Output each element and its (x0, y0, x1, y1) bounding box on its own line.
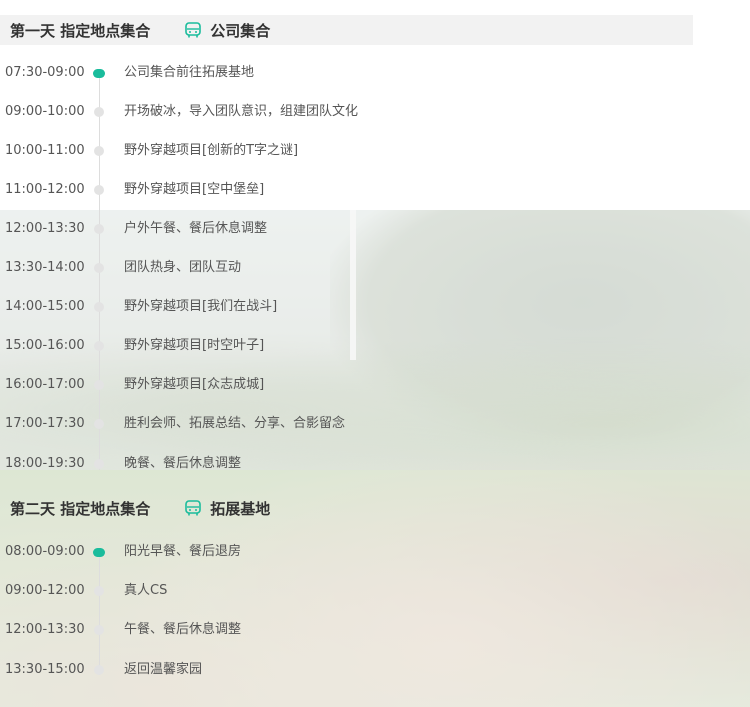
activity-label: 公司集合前往拓展基地 (124, 65, 255, 80)
timeline-line (99, 557, 100, 675)
time-label: 11:00-12:00 (5, 182, 85, 197)
timeline-dot (94, 224, 104, 234)
time-label: 07:30-09:00 (5, 65, 85, 80)
timeline-row: 14:00-15:00 野外穿越项目[我们在战斗] (0, 297, 750, 317)
day1-location: 公司集合 (210, 21, 271, 40)
time-label: 18:00-19:30 (5, 456, 85, 471)
timeline-dot (94, 146, 104, 156)
timeline-row: 15:00-16:00 野外穿越项目[时空叶子] (0, 336, 750, 356)
timeline-dot (94, 459, 104, 469)
timeline-dot (94, 302, 104, 312)
timeline-row: 10:00-11:00 野外穿越项目[创新的T字之谜] (0, 141, 750, 161)
time-label: 10:00-11:00 (5, 143, 85, 158)
time-label: 12:00-13:30 (5, 221, 85, 236)
timeline-row: 08:00-09:00 阳光早餐、餐后退房 (0, 542, 750, 562)
time-label: 13:30-14:00 (5, 260, 85, 275)
timeline-row: 18:00-19:30 晚餐、餐后休息调整 (0, 454, 750, 474)
activity-label: 野外穿越项目[创新的T字之谜] (124, 143, 299, 158)
activity-label: 阳光早餐、餐后退房 (124, 544, 242, 559)
time-label: 09:00-10:00 (5, 104, 85, 119)
timeline-row: 16:00-17:00 野外穿越项目[众志成城] (0, 375, 750, 395)
time-label: 14:00-15:00 (5, 299, 85, 314)
activity-label: 户外午餐、餐后休息调整 (124, 221, 268, 236)
activity-label: 野外穿越项目[我们在战斗] (124, 299, 278, 314)
timeline-dot (94, 665, 104, 675)
activity-label: 返回温馨家园 (124, 662, 203, 677)
timeline-row: 17:00-17:30 胜利会师、拓展总结、分享、合影留念 (0, 414, 750, 434)
timeline-dot (93, 548, 105, 557)
timeline-dot (94, 419, 104, 429)
activity-label: 午餐、餐后休息调整 (124, 622, 242, 637)
timeline-dot (94, 185, 104, 195)
timeline-dot (94, 107, 104, 117)
timeline-dot (94, 263, 104, 273)
day2-header: 第二天 指定地点集合 拓展基地 (0, 493, 693, 523)
timeline-row: 13:30-14:00 团队热身、团队互动 (0, 258, 750, 278)
timeline-dot (94, 380, 104, 390)
day1-header: 第一天 指定地点集合 公司集合 (0, 15, 693, 45)
bus-icon (185, 22, 202, 38)
day2-title: 第二天 指定地点集合 (10, 499, 151, 518)
timeline-row: 11:00-12:00 野外穿越项目[空中堡垒] (0, 180, 750, 200)
activity-label: 开场破冰，导入团队意识，组建团队文化 (124, 104, 359, 119)
timeline-dot (93, 69, 105, 78)
activity-label: 野外穿越项目[空中堡垒] (124, 182, 265, 197)
activity-label: 真人CS (124, 583, 168, 598)
time-label: 15:00-16:00 (5, 338, 85, 353)
timeline-row: 09:00-10:00 开场破冰，导入团队意识，组建团队文化 (0, 102, 750, 122)
time-label: 09:00-12:00 (5, 583, 85, 598)
timeline-row: 13:30-15:00 返回温馨家园 (0, 660, 750, 680)
bus-icon (185, 500, 202, 516)
timeline-dot (94, 586, 104, 596)
timeline-row: 12:00-13:30 午餐、餐后休息调整 (0, 620, 750, 640)
time-label: 17:00-17:30 (5, 416, 85, 431)
activity-label: 晚餐、餐后休息调整 (124, 456, 242, 471)
day2-location: 拓展基地 (210, 499, 271, 518)
timeline-dot (94, 625, 104, 635)
activity-label: 胜利会师、拓展总结、分享、合影留念 (124, 416, 346, 431)
timeline-row: 09:00-12:00 真人CS (0, 581, 750, 601)
timeline-dot (94, 341, 104, 351)
time-label: 08:00-09:00 (5, 544, 85, 559)
activity-label: 野外穿越项目[众志成城] (124, 377, 265, 392)
timeline-row: 07:30-09:00 公司集合前往拓展基地 (0, 63, 750, 83)
time-label: 13:30-15:00 (5, 662, 85, 677)
day1-title: 第一天 指定地点集合 (10, 21, 151, 40)
time-label: 12:00-13:30 (5, 622, 85, 637)
activity-label: 野外穿越项目[时空叶子] (124, 338, 265, 353)
timeline-row: 12:00-13:30 户外午餐、餐后休息调整 (0, 219, 750, 239)
activity-label: 团队热身、团队互动 (124, 260, 242, 275)
time-label: 16:00-17:00 (5, 377, 85, 392)
